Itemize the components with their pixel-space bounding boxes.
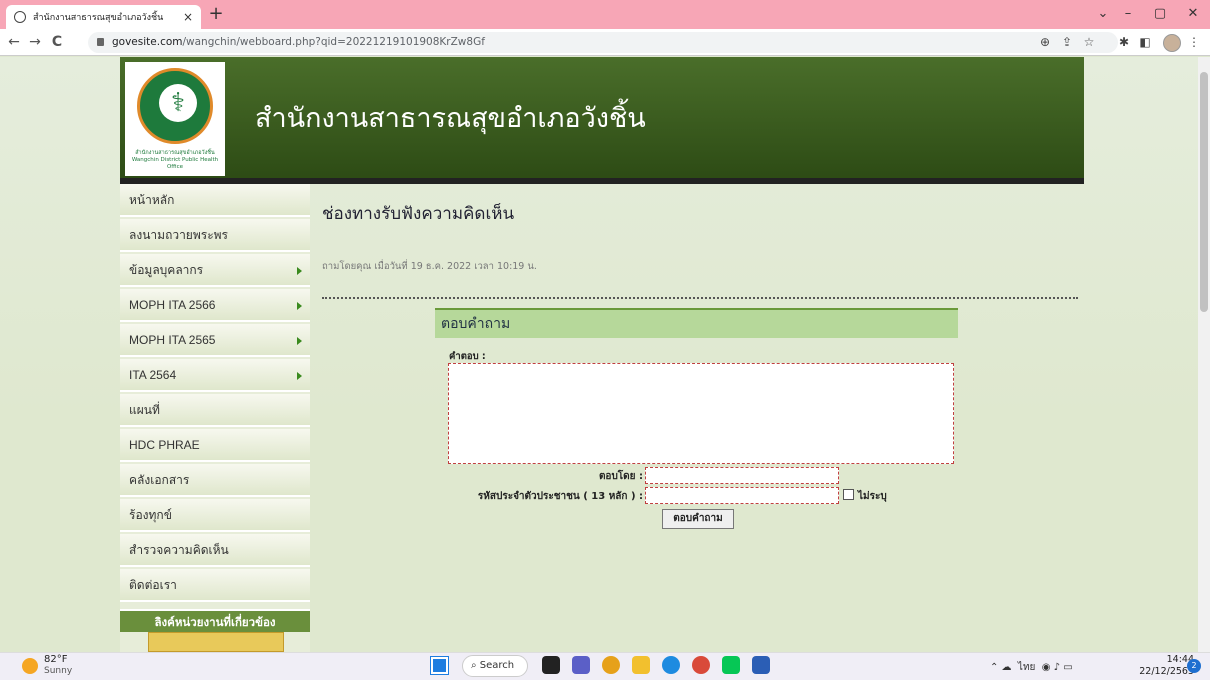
anonymous-checkbox[interactable] [843, 489, 854, 500]
minimize-icon[interactable]: – [1117, 5, 1139, 23]
restore-icon[interactable]: ▢ [1149, 5, 1171, 23]
anonymous-label: ไม่ระบุ [858, 491, 887, 502]
line-icon[interactable] [722, 656, 740, 674]
weather-condition[interactable]: Sunny [44, 666, 72, 677]
task-view-icon[interactable] [542, 656, 560, 674]
url-host: govesite.com [112, 36, 183, 48]
sidebar-item-label: หน้าหลัก [129, 193, 175, 207]
question-meta: ถามโดยคุณ เมื่อวันที่ 19 ธ.ค. 2022 เวลา … [322, 261, 537, 272]
submenu-arrow-icon [297, 372, 302, 380]
tab-close-button[interactable]: × [183, 10, 193, 24]
weather-temp[interactable]: 82°F [44, 654, 67, 666]
sidebar-item-moph-ita-2566[interactable]: MOPH ITA 2566 [120, 289, 310, 322]
url-path: /wangchin/webboard.php?qid=2022121910190… [182, 36, 485, 48]
dotted-divider [322, 297, 1078, 299]
ministry-seal-icon: ⚕ [137, 68, 213, 144]
sidebar-item-label: HDC PHRAE [129, 438, 200, 452]
taskbar-search-label: Search [479, 660, 515, 671]
related-link-banner[interactable] [148, 632, 284, 652]
answer-section-header: ตอบคำถาม [435, 308, 958, 338]
submit-answer-button[interactable]: ตอบคำถาม [662, 509, 734, 529]
tab-search-icon[interactable]: ⌄ [1092, 5, 1114, 23]
sidebar-item-survey[interactable]: สำรวจความคิดเห็น [120, 534, 310, 567]
word-icon[interactable] [752, 656, 770, 674]
file-explorer-icon[interactable] [632, 656, 650, 674]
windows-start-icon[interactable] [431, 657, 448, 674]
star-icon[interactable]: ☆ [1081, 34, 1097, 50]
browser-tab[interactable]: สำนักงานสาธารณสุขอำเภอวังชิ้น × [6, 5, 201, 29]
sidebar-item-label: MOPH ITA 2565 [129, 333, 216, 347]
taskbar-search[interactable]: ⌕ Search [462, 655, 528, 677]
sidebar-item-label: ข้อมูลบุคลากร [129, 263, 204, 277]
citizen-id-label: รหัสประจำตัวประชาชน ( 13 หลัก ) : [477, 491, 643, 502]
forward-icon[interactable]: → [26, 33, 44, 51]
submenu-arrow-icon [297, 302, 302, 310]
sidebar-item-label: MOPH ITA 2566 [129, 298, 216, 312]
answer-textarea[interactable] [448, 363, 954, 464]
sidebar-item-documents[interactable]: คลังเอกสาร [120, 464, 310, 497]
logo-caption: สำนักงานสาธารณสุขอำเภอวังชิ้น Wangchin D… [131, 150, 219, 170]
sidebar-item-moph-ita-2565[interactable]: MOPH ITA 2565 [120, 324, 310, 357]
caduceus-icon: ⚕ [170, 88, 186, 118]
clock-date: 22/12/2565 [1139, 666, 1194, 677]
close-window-icon[interactable]: ✕ [1182, 5, 1204, 23]
extensions-icon[interactable]: ✱ [1116, 34, 1132, 50]
new-tab-button[interactable]: + [206, 4, 226, 24]
citizen-id-input[interactable] [645, 487, 839, 504]
sidebar-item-hdc-phrae[interactable]: HDC PHRAE [120, 429, 310, 462]
sidebar-item-label: ร้องทุกข์ [129, 508, 172, 522]
submenu-arrow-icon [297, 337, 302, 345]
sidebar-item-label: แผนที่ [129, 403, 160, 417]
site-favicon-icon [14, 11, 26, 23]
tab-title: สำนักงานสาธารณสุขอำเภอวังชิ้น [33, 13, 164, 23]
answered-by-label: ตอบโดย : [598, 471, 643, 482]
sidebar-item-contact[interactable]: ติดต่อเรา [120, 569, 310, 602]
zoom-icon[interactable]: ⊕ [1037, 34, 1053, 50]
chat-icon[interactable] [572, 656, 590, 674]
sidebar: หน้าหลัก ลงนามถวายพระพร ข้อมูลบุคลากร MO… [120, 184, 310, 652]
site-title: สำนักงานสาธารณสุขอำเภอวังชิ้น [255, 103, 646, 134]
back-icon[interactable]: ← [5, 33, 23, 51]
sidebar-item-label: สำรวจความคิดเห็น [129, 543, 229, 557]
chrome-icon[interactable] [602, 656, 620, 674]
address-toolbar: ← → C govesite.com/wangchin/webboard.php… [0, 29, 1210, 56]
sidebar-item-map[interactable]: แผนที่ [120, 394, 310, 427]
sidebar-item-label: ลงนามถวายพระพร [129, 228, 228, 242]
profile-icon[interactable] [1163, 34, 1181, 52]
sidebar-item-ita-2564[interactable]: ITA 2564 [120, 359, 310, 392]
clock[interactable]: 14:44 22/12/2565 [1134, 654, 1194, 678]
sidebar-item-label: ติดต่อเรา [129, 578, 177, 592]
ministry-logo[interactable]: ⚕ สำนักงานสาธารณสุขอำเภอวังชิ้น Wangchin… [125, 62, 225, 176]
sidebar-item-sign-blessing[interactable]: ลงนามถวายพระพร [120, 219, 310, 252]
answer-label: คำตอบ : [449, 351, 486, 362]
share-icon[interactable]: ⇪ [1059, 34, 1075, 50]
lock-icon [97, 38, 104, 46]
answered-by-input[interactable] [645, 467, 839, 484]
sidepanel-icon[interactable]: ◧ [1137, 34, 1153, 50]
clock-time: 14:44 [1166, 654, 1194, 665]
edge-icon[interactable] [662, 656, 680, 674]
sidebar-item-home[interactable]: หน้าหลัก [120, 184, 310, 217]
notification-badge[interactable]: 2 [1187, 659, 1201, 673]
system-tray[interactable]: ⌃ ☁ ไทย ◉ ♪ ▭ [990, 660, 1073, 675]
scrollbar-thumb[interactable] [1200, 72, 1208, 312]
sidebar-item-personnel[interactable]: ข้อมูลบุคลากร [120, 254, 310, 287]
menu-icon[interactable]: ⋮ [1186, 34, 1202, 50]
sidebar-item-complaints[interactable]: ร้องทุกข์ [120, 499, 310, 532]
reload-icon[interactable]: C [48, 33, 66, 51]
sidebar-item-label: ITA 2564 [129, 368, 177, 382]
page-title: ช่องทางรับฟังความคิดเห็น [322, 204, 515, 224]
related-links-header: ลิงค์หน่วยงานที่เกี่ยวข้อง [120, 609, 310, 632]
sidebar-item-label: คลังเอกสาร [129, 473, 190, 487]
address-bar[interactable]: govesite.com/wangchin/webboard.php?qid=2… [88, 32, 1118, 53]
submenu-arrow-icon [297, 267, 302, 275]
sun-icon[interactable] [22, 658, 38, 674]
language-indicator[interactable]: ไทย [1018, 662, 1035, 673]
chrome-profile-icon[interactable] [692, 656, 710, 674]
